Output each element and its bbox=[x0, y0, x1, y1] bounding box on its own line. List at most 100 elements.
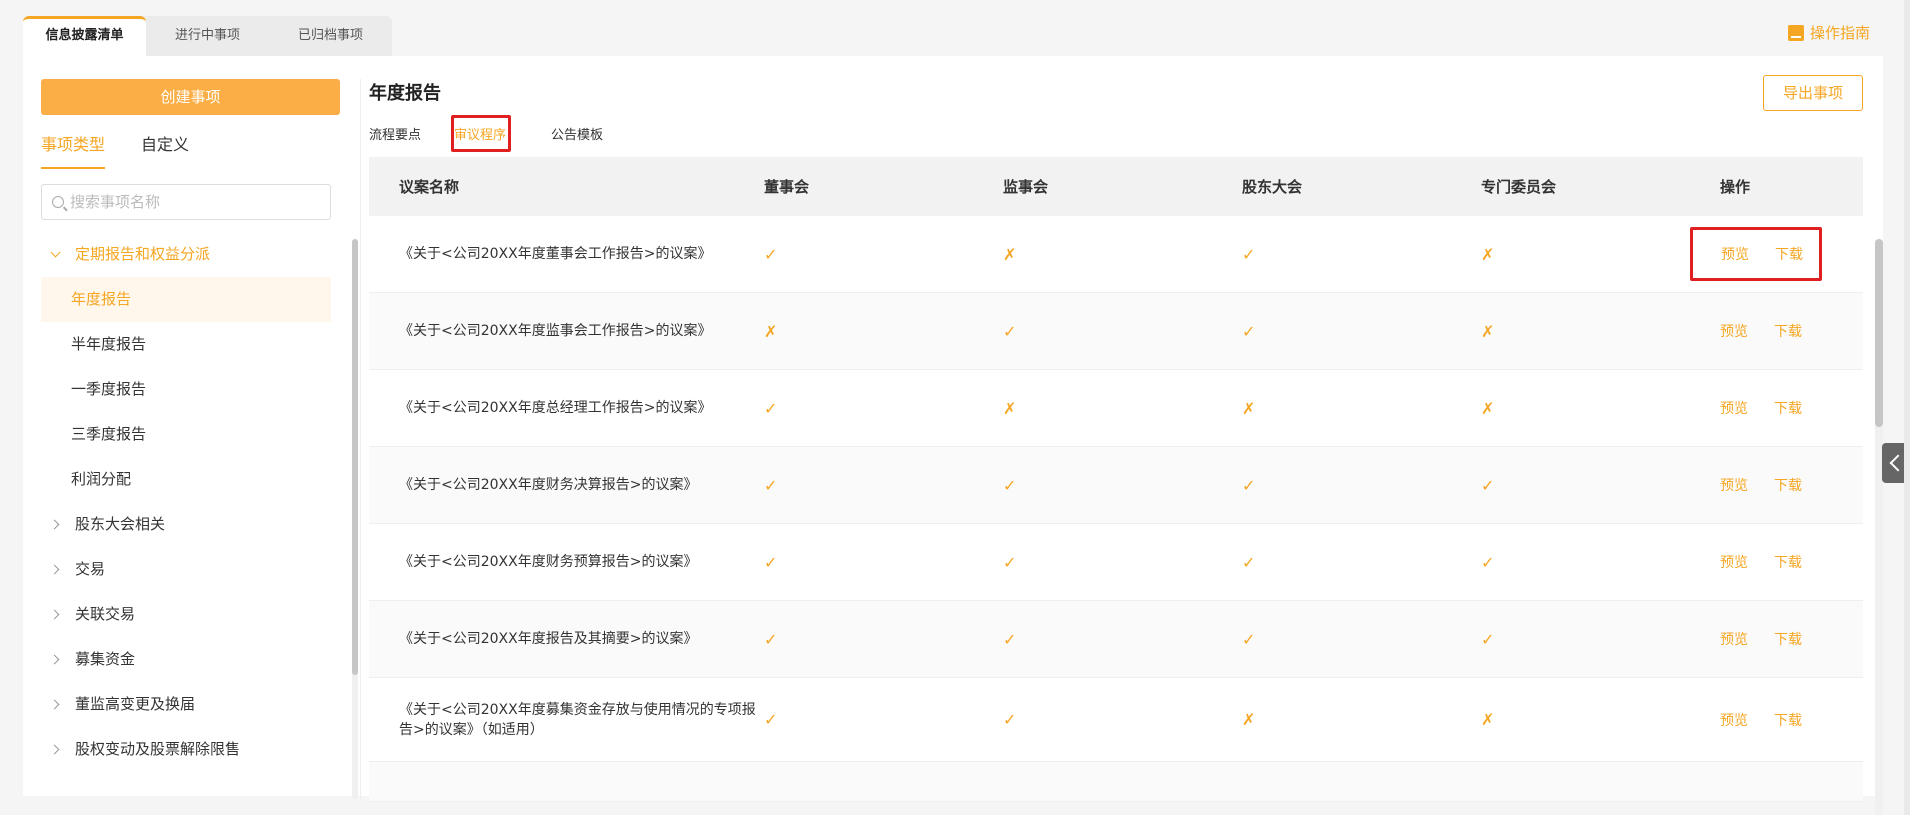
tab-announcement-template[interactable]: 公告模板 bbox=[551, 124, 603, 143]
tree-group-fundraising[interactable]: 募集资金 bbox=[41, 637, 331, 682]
proposal-name: 《关于<公司20XX年度董事会工作报告>的议案》 bbox=[399, 246, 712, 262]
download-link[interactable]: 下载 bbox=[1774, 398, 1802, 418]
tree-group-transactions[interactable]: 交易 bbox=[41, 547, 331, 592]
scrollbar-thumb[interactable] bbox=[1875, 239, 1883, 427]
download-link[interactable]: 下载 bbox=[1774, 710, 1802, 730]
tab-disclosure-list[interactable]: 信息披露清单 bbox=[23, 16, 146, 56]
cross-icon: ✗ bbox=[1003, 244, 1017, 264]
tree-group-label: 关联交易 bbox=[75, 605, 136, 623]
search-input[interactable] bbox=[70, 193, 310, 211]
chevron-down-icon bbox=[49, 248, 63, 262]
create-item-button[interactable]: 创建事项 bbox=[41, 79, 340, 115]
preview-link[interactable]: 预览 bbox=[1720, 552, 1748, 572]
check-icon: ✓ bbox=[764, 552, 778, 572]
check-icon: ✓ bbox=[1481, 629, 1495, 649]
export-button[interactable]: 导出事项 bbox=[1763, 75, 1863, 111]
tree-group-equity-changes[interactable]: 股权变动及股票解除限售 bbox=[41, 727, 331, 772]
header-shareholders: 股东大会 bbox=[1242, 178, 1303, 196]
chevron-right-icon bbox=[49, 743, 63, 757]
table-row bbox=[369, 762, 1863, 802]
check-icon: ✓ bbox=[1242, 475, 1256, 495]
search-box bbox=[41, 184, 331, 220]
tab-custom[interactable]: 自定义 bbox=[141, 131, 189, 169]
row-actions: 预览 下载 bbox=[1720, 398, 1840, 418]
check-icon: ✓ bbox=[1242, 629, 1256, 649]
content-area: 年度报告 导出事项 流程要点 审议程序 公告模板 议案名称 董事会 监事会 股东… bbox=[369, 75, 1883, 815]
row-actions: 预览 下载 bbox=[1720, 321, 1840, 341]
tree-item-profit-distribution[interactable]: 利润分配 bbox=[41, 457, 331, 502]
tree-group-related-transactions[interactable]: 关联交易 bbox=[41, 592, 331, 637]
table-row: 《关于<公司20XX年度总经理工作报告>的议案》 ✓ ✗ ✗ ✗ 预览 下载 bbox=[369, 370, 1863, 447]
check-icon: ✓ bbox=[1003, 629, 1017, 649]
sidebar: 创建事项 事项类型 自定义 定期报告和权益分派 年度报告 半年度报告 一季度报告… bbox=[41, 79, 361, 799]
table-body: 《关于<公司20XX年度董事会工作报告>的议案》 ✓ ✗ ✓ ✗ 预览 下载 《关于<公司20… bbox=[369, 216, 1863, 802]
guide-label: 操作指南 bbox=[1809, 24, 1870, 42]
page-scrollbar[interactable] bbox=[1904, 0, 1910, 815]
tree-item-semiannual-report[interactable]: 半年度报告 bbox=[41, 322, 331, 367]
cross-icon: ✗ bbox=[1481, 398, 1495, 418]
proposal-name: 《关于<公司20XX年度总经理工作报告>的议案》 bbox=[399, 400, 712, 416]
preview-link[interactable]: 预览 bbox=[1720, 629, 1748, 649]
row-actions: 预览 下载 bbox=[1720, 552, 1840, 572]
tree-item-q1-report[interactable]: 一季度报告 bbox=[41, 367, 331, 412]
chevron-right-icon bbox=[49, 608, 63, 622]
cross-icon: ✗ bbox=[764, 321, 778, 341]
table-row: 《关于<公司20XX年度募集资金存放与使用情况的专项报告>的议案》（如适用） ✓ ✓… bbox=[369, 678, 1863, 762]
chevron-right-icon bbox=[49, 518, 63, 532]
row-actions: 预览 下载 bbox=[1720, 710, 1840, 730]
category-tree: 定期报告和权益分派 年度报告 半年度报告 一季度报告 三季度报告 利润分配 股东… bbox=[41, 232, 331, 772]
tab-process-points[interactable]: 流程要点 bbox=[369, 124, 421, 143]
download-link[interactable]: 下载 bbox=[1774, 475, 1802, 495]
proposal-name: 《关于<公司20XX年度报告及其摘要>的议案》 bbox=[399, 631, 698, 647]
check-icon: ✓ bbox=[1003, 321, 1017, 341]
guide-link[interactable]: 操作指南 bbox=[1787, 22, 1870, 43]
tab-review-procedure[interactable]: 审议程序 bbox=[451, 114, 512, 152]
download-link[interactable]: 下载 bbox=[1774, 552, 1802, 572]
download-link[interactable]: 下载 bbox=[1774, 629, 1802, 649]
check-icon: ✓ bbox=[1242, 321, 1256, 341]
cross-icon: ✗ bbox=[1481, 244, 1495, 264]
tab-item-type[interactable]: 事项类型 bbox=[41, 131, 106, 169]
tree-group-label: 股东大会相关 bbox=[75, 515, 166, 533]
scrollbar-thumb[interactable] bbox=[352, 239, 358, 675]
check-icon: ✓ bbox=[1481, 475, 1495, 495]
cross-icon: ✗ bbox=[1242, 398, 1256, 418]
table-header: 议案名称 董事会 监事会 股东大会 专门委员会 操作 bbox=[369, 157, 1863, 216]
chevron-right-icon bbox=[49, 653, 63, 667]
tree-group-shareholder-meeting[interactable]: 股东大会相关 bbox=[41, 502, 331, 547]
check-icon: ✓ bbox=[1242, 244, 1256, 264]
cross-icon: ✗ bbox=[1003, 398, 1017, 418]
tree-item-annual-report[interactable]: 年度报告 bbox=[41, 277, 331, 322]
preview-link[interactable]: 预览 bbox=[1720, 710, 1748, 730]
table-row: 《关于<公司20XX年度报告及其摘要>的议案》 ✓ ✓ ✓ ✓ 预览 下载 bbox=[369, 601, 1863, 678]
proposal-name: 《关于<公司20XX年度财务预算报告>的议案》 bbox=[399, 554, 698, 570]
check-icon: ✓ bbox=[764, 629, 778, 649]
table-scrollbar[interactable] bbox=[1875, 239, 1883, 815]
preview-link[interactable]: 预览 bbox=[1720, 321, 1748, 341]
tree-group-label: 募集资金 bbox=[75, 650, 136, 668]
header-name: 议案名称 bbox=[399, 177, 460, 196]
check-icon: ✓ bbox=[1242, 552, 1256, 572]
cross-icon: ✗ bbox=[1481, 321, 1495, 341]
sidebar-scrollbar[interactable] bbox=[352, 239, 358, 799]
check-icon: ✓ bbox=[1481, 552, 1495, 572]
check-icon: ✓ bbox=[764, 398, 778, 418]
check-icon: ✓ bbox=[764, 475, 778, 495]
preview-link[interactable]: 预览 bbox=[1720, 398, 1748, 418]
tab-archived[interactable]: 已归档事项 bbox=[269, 16, 392, 56]
download-link[interactable]: 下载 bbox=[1774, 321, 1802, 341]
table-row: 《关于<公司20XX年度监事会工作报告>的议案》 ✗ ✓ ✓ ✗ 预览 下载 bbox=[369, 293, 1863, 370]
top-tabs: 信息披露清单 进行中事项 已归档事项 bbox=[23, 16, 392, 56]
check-icon: ✓ bbox=[764, 710, 778, 729]
tree-group-label: 董监高变更及换届 bbox=[75, 695, 196, 713]
download-link[interactable]: 下载 bbox=[1775, 244, 1803, 264]
tree-group-label: 定期报告和权益分派 bbox=[75, 245, 211, 263]
check-icon: ✓ bbox=[1003, 710, 1017, 729]
tree-group-executive-changes[interactable]: 董监高变更及换届 bbox=[41, 682, 331, 727]
check-icon: ✓ bbox=[1003, 552, 1017, 572]
preview-link[interactable]: 预览 bbox=[1721, 244, 1749, 264]
tab-in-progress[interactable]: 进行中事项 bbox=[146, 16, 269, 56]
preview-link[interactable]: 预览 bbox=[1720, 475, 1748, 495]
tree-item-q3-report[interactable]: 三季度报告 bbox=[41, 412, 331, 457]
tree-group-periodic-reports[interactable]: 定期报告和权益分派 bbox=[41, 232, 331, 277]
